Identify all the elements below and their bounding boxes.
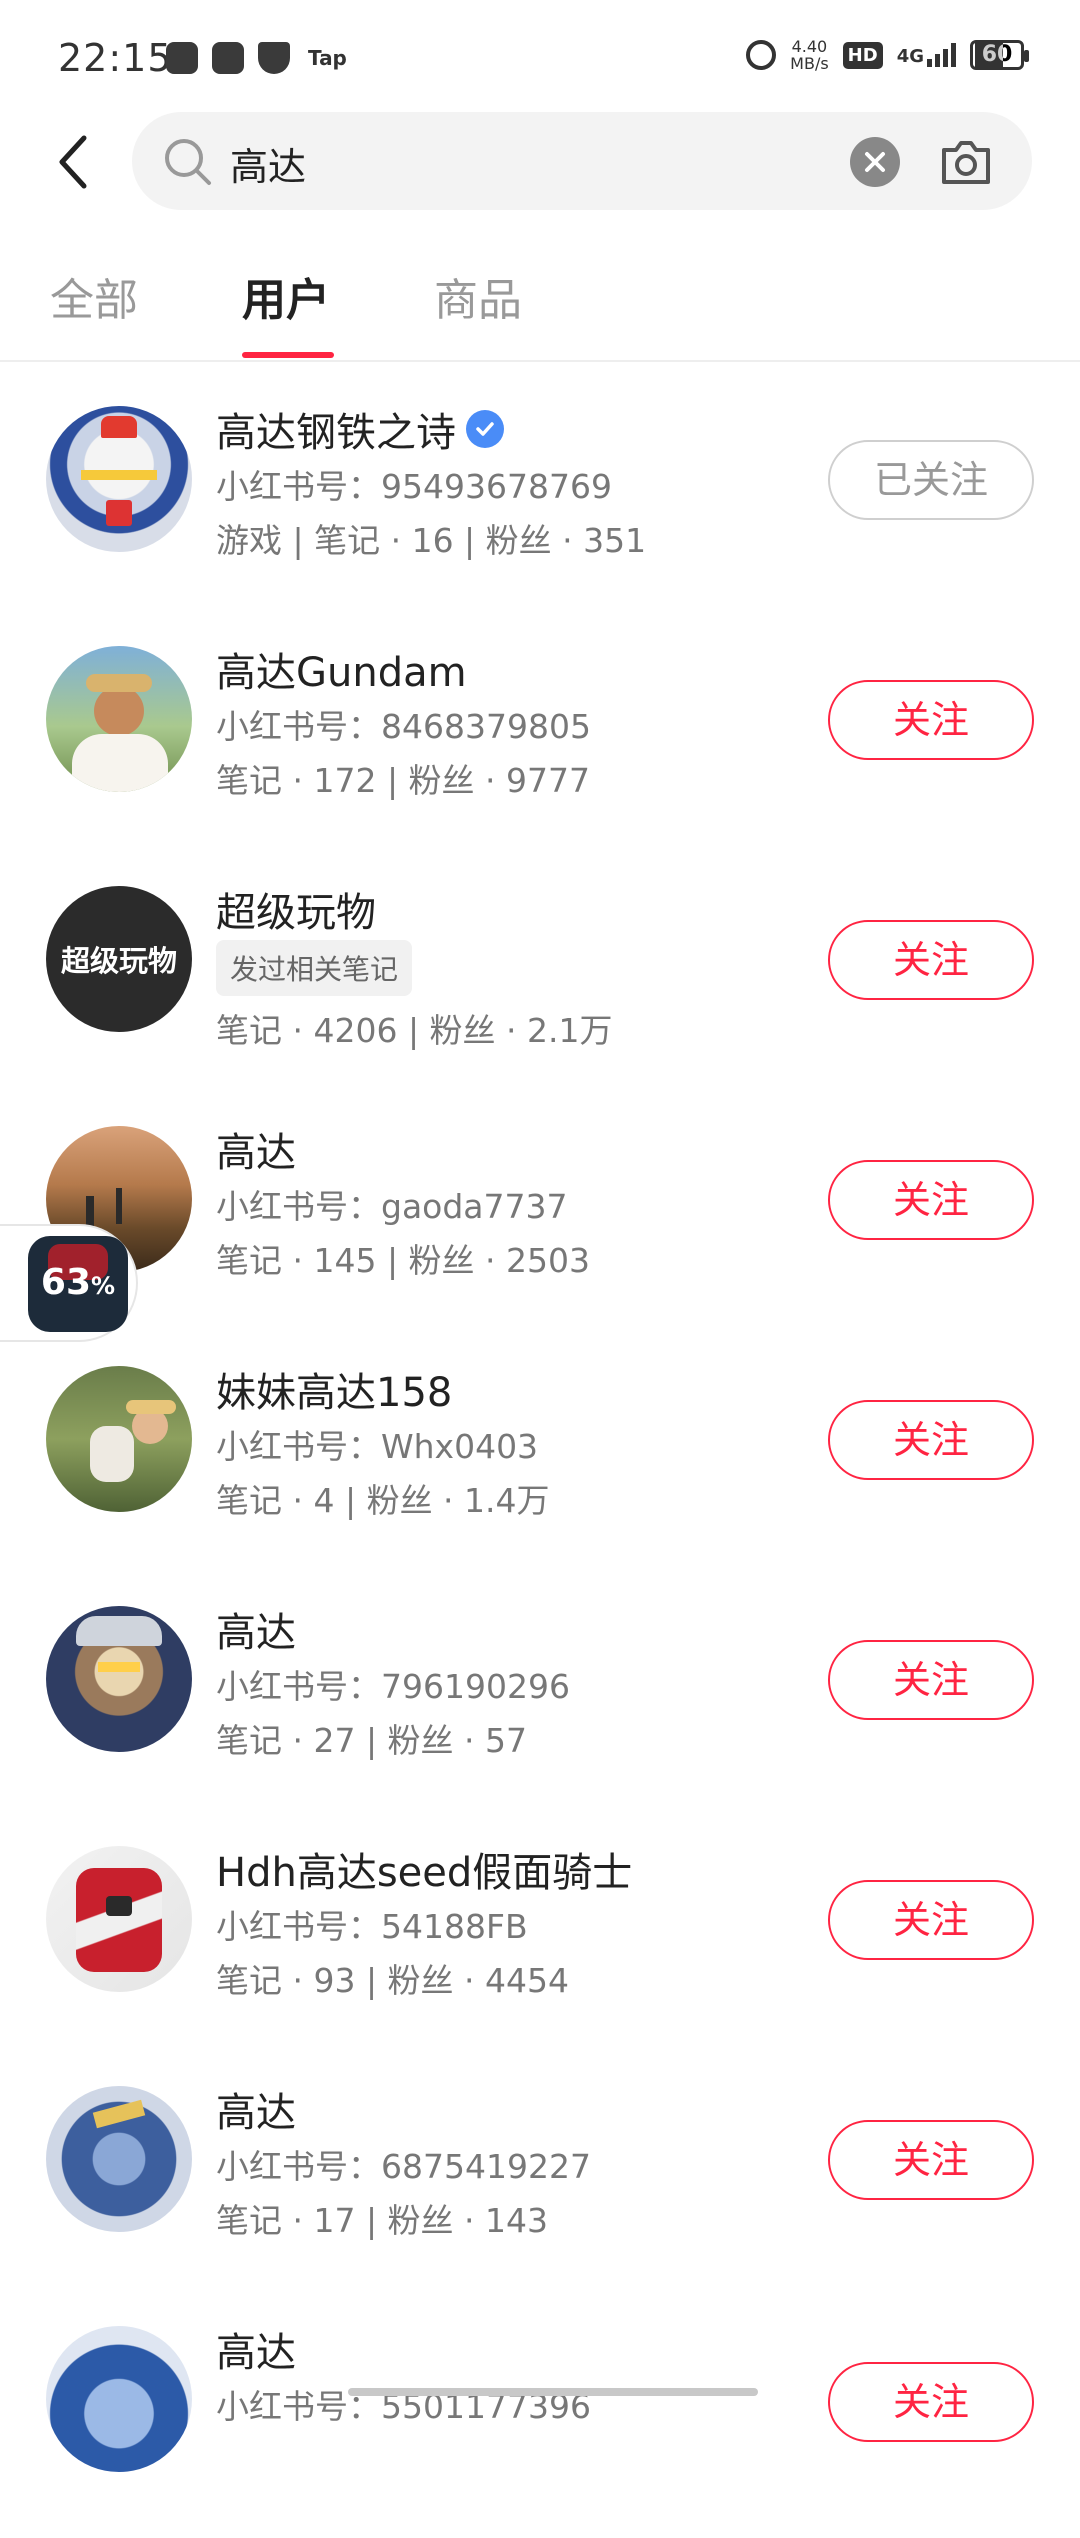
- status-bar: 22:15 Tap 4.40 MB/s HD 4G 60: [0, 0, 1080, 110]
- user-name: 高达: [216, 2320, 296, 2378]
- user-stats: 笔记 · 4 | 粉丝 · 1.4万: [216, 1481, 550, 1520]
- search-header: 高达: [0, 112, 1080, 212]
- battery-icon: 60: [970, 40, 1029, 70]
- user-name: 妹妹高达158: [216, 1360, 452, 1418]
- shield-icon: [258, 42, 290, 74]
- search-box[interactable]: 高达: [132, 112, 1032, 210]
- followed-button[interactable]: 已关注: [828, 440, 1034, 520]
- user-name: 高达钢铁之诗: [216, 400, 504, 458]
- back-arrow-icon: [59, 135, 87, 189]
- signal-icon: 4G: [897, 43, 956, 67]
- user-id: 小红书号：54188FB: [216, 1907, 528, 1946]
- search-icon: [165, 139, 211, 185]
- back-button[interactable]: [52, 132, 102, 192]
- battery-level: 60: [981, 42, 1013, 67]
- user-stats: 笔记 · 145 | 粉丝 · 2503: [216, 1241, 591, 1280]
- user-name-text: 妹妹高达158: [216, 1370, 453, 1416]
- user-name: 高达: [216, 1120, 296, 1178]
- progress-percent-sign: %: [91, 1272, 116, 1300]
- progress-percent-value: 63: [40, 1262, 92, 1303]
- user-row[interactable]: 高达 小红书号：5501177396 关注: [0, 2298, 1080, 2538]
- result-tabs: 全部 用户 商品: [0, 250, 1080, 362]
- follow-button[interactable]: 关注: [828, 2120, 1034, 2200]
- avatar[interactable]: [46, 406, 192, 552]
- user-id: 小红书号：796190296: [216, 1667, 570, 1706]
- user-stats: 游戏 | 笔记 · 16 | 粉丝 · 351: [216, 521, 647, 560]
- leaf-app-icon: [166, 42, 198, 74]
- user-name-text: 高达: [216, 1130, 296, 1176]
- user-name-text: 超级玩物: [216, 890, 376, 936]
- follow-button[interactable]: 关注: [828, 680, 1034, 760]
- user-row[interactable]: Hdh高达seed假面骑士 小红书号：54188FB 笔记 · 93 | 粉丝 …: [0, 1818, 1080, 2058]
- follow-button[interactable]: 关注: [828, 1160, 1034, 1240]
- user-id: 小红书号：95493678769: [216, 467, 612, 506]
- user-row[interactable]: 妹妹高达158 小红书号：Whx0403 笔记 · 4 | 粉丝 · 1.4万 …: [0, 1338, 1080, 1578]
- tab-products[interactable]: 商品: [434, 264, 522, 328]
- user-name-text: Hdh高达seed假面骑士: [216, 1850, 633, 1896]
- user-id: 小红书号：Whx0403: [216, 1427, 539, 1466]
- user-id: 小红书号：gaoda7737: [216, 1187, 568, 1226]
- user-name-text: 高达: [216, 2090, 296, 2136]
- user-row[interactable]: 高达 小红书号：6875419227 笔记 · 17 | 粉丝 · 143 关注: [0, 2058, 1080, 2298]
- system-status-icons: 4.40 MB/s HD 4G 60: [746, 38, 1029, 72]
- user-name-text: 高达: [216, 1610, 296, 1656]
- scissors-app-icon: [212, 42, 244, 74]
- user-stats: 笔记 · 4206 | 粉丝 · 2.1万: [216, 1011, 613, 1050]
- follow-button[interactable]: 关注: [828, 1880, 1034, 1960]
- notification-icons: Tap: [166, 42, 347, 74]
- avatar[interactable]: [46, 1846, 192, 1992]
- follow-button[interactable]: 关注: [828, 1400, 1034, 1480]
- user-stats: 笔记 · 17 | 粉丝 · 143: [216, 2201, 549, 2240]
- verified-badge-icon: [466, 410, 504, 448]
- avatar-logo-text: 超级玩物: [60, 944, 177, 978]
- avatar[interactable]: [46, 2326, 192, 2472]
- user-name: 高达: [216, 2080, 296, 2138]
- user-name: Hdh高达seed假面骑士: [216, 1840, 632, 1898]
- user-stats: 笔记 · 27 | 粉丝 · 57: [216, 1721, 528, 1760]
- floating-widget-thumbnail: 63%: [28, 1236, 128, 1332]
- floating-progress-widget[interactable]: 63%: [0, 1224, 138, 1342]
- network-speed: 4.40 MB/s: [790, 38, 829, 72]
- user-name: 高达: [216, 1600, 296, 1658]
- avatar[interactable]: [46, 1366, 192, 1512]
- follow-button[interactable]: 关注: [828, 1640, 1034, 1720]
- user-stats: 笔记 · 93 | 粉丝 · 4454: [216, 1961, 570, 2000]
- avatar[interactable]: [46, 1606, 192, 1752]
- camera-icon[interactable]: [938, 136, 994, 188]
- user-id: 小红书号：6875419227: [216, 2147, 591, 2186]
- user-id: 小红书号：8468379805: [216, 707, 591, 746]
- home-indicator[interactable]: [348, 2388, 758, 2396]
- user-row[interactable]: 高达 小红书号：796190296 笔记 · 27 | 粉丝 · 57 关注: [0, 1578, 1080, 1818]
- active-tab-indicator: [242, 352, 334, 358]
- user-name: 超级玩物: [216, 880, 376, 938]
- clear-search-icon[interactable]: [850, 137, 900, 187]
- net-speed-unit: MB/s: [790, 54, 829, 73]
- progress-percent: 63%: [28, 1262, 128, 1303]
- user-name-text: 高达钢铁之诗: [216, 410, 456, 456]
- alarm-icon: [746, 40, 777, 70]
- user-row[interactable]: 高达Gundam 小红书号：8468379805 笔记 · 172 | 粉丝 ·…: [0, 618, 1080, 858]
- follow-button[interactable]: 关注: [828, 2362, 1034, 2442]
- tab-users[interactable]: 用户: [242, 264, 330, 328]
- hd-icon: HD: [842, 41, 883, 69]
- follow-button[interactable]: 关注: [828, 920, 1034, 1000]
- avatar[interactable]: 超级玩物: [46, 886, 192, 1032]
- tab-all[interactable]: 全部: [50, 264, 138, 328]
- user-row[interactable]: 高达 小红书号：gaoda7737 笔记 · 145 | 粉丝 · 2503 关…: [0, 1098, 1080, 1338]
- user-name-text: 高达Gundam: [216, 650, 467, 696]
- avatar[interactable]: [46, 2086, 192, 2232]
- status-time: 22:15: [58, 36, 173, 80]
- user-name-text: 高达: [216, 2330, 296, 2376]
- user-stats: 笔记 · 172 | 粉丝 · 9777: [216, 761, 591, 800]
- search-input[interactable]: 高达: [230, 136, 306, 191]
- network-type: 4G: [896, 46, 924, 67]
- avatar[interactable]: [46, 646, 192, 792]
- related-notes-tag: 发过相关笔记: [216, 940, 413, 996]
- user-row[interactable]: 超级玩物 超级玩物 发过相关笔记 笔记 · 4206 | 粉丝 · 2.1万 关…: [0, 858, 1080, 1098]
- user-row[interactable]: 高达钢铁之诗 小红书号：95493678769 游戏 | 笔记 · 16 | 粉…: [0, 378, 1080, 618]
- user-name: 高达Gundam: [216, 640, 467, 698]
- tap-app-icon: Tap: [308, 46, 347, 70]
